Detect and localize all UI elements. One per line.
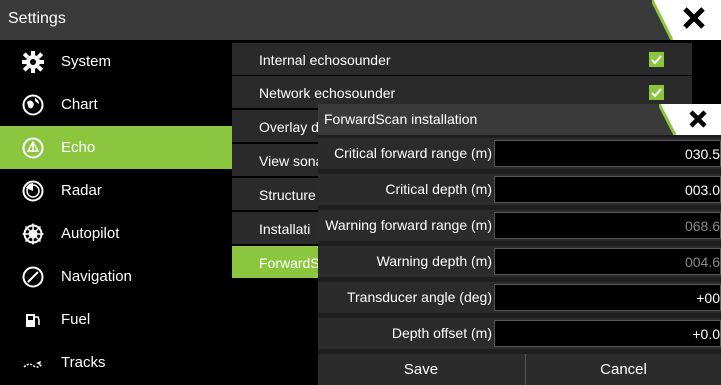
option-label: Internal echosounder	[259, 52, 391, 68]
option-label: View sona	[259, 153, 324, 169]
dialog-close-button[interactable]	[659, 104, 721, 135]
settings-sidebar: System Chart Echo Radar Autopilot Naviga…	[0, 40, 232, 385]
compass-icon	[22, 266, 44, 288]
option-label: ForwardS	[259, 255, 320, 271]
field-label: Critical depth (m)	[385, 181, 492, 197]
close-icon	[659, 104, 721, 135]
cancel-button[interactable]: Cancel	[525, 354, 721, 385]
warning-depth-field[interactable]: 004.6	[494, 248, 721, 275]
option-label: Network echosounder	[259, 85, 396, 101]
field-value: 030.5	[684, 146, 720, 162]
field-label: Depth offset (m)	[391, 325, 492, 341]
field-value: +00	[696, 290, 720, 306]
checkmark-icon	[651, 55, 662, 65]
window-title: Settings	[8, 10, 66, 27]
dialog-button-bar: Save Cancel	[318, 354, 721, 385]
option-label: Overlay d	[259, 119, 319, 135]
fuel-pump-icon	[26, 314, 40, 327]
row-transducer-angle: Transducer angle (deg) +00	[318, 282, 721, 313]
field-label: Transducer angle (deg)	[346, 289, 492, 305]
checkbox[interactable]	[649, 85, 664, 100]
field-value: +0.0	[692, 326, 720, 342]
field-value: 003.0	[684, 182, 720, 198]
row-depth-offset: Depth offset (m) +0.0	[318, 318, 721, 349]
close-icon	[652, 0, 721, 40]
warning-forward-range-field[interactable]: 068.6	[494, 212, 721, 239]
sidebar-item-label: Autopilot	[61, 225, 120, 242]
option-internal-echosounder[interactable]: Internal echosounder	[232, 43, 692, 76]
row-critical-depth: Critical depth (m) 003.0	[318, 174, 721, 205]
sidebar-item-radar[interactable]: Radar	[0, 169, 232, 212]
sidebar-item-autopilot[interactable]: Autopilot	[0, 212, 232, 255]
sidebar-item-system[interactable]: System	[0, 40, 232, 83]
sidebar-item-label: System	[61, 53, 112, 70]
globe-icon	[22, 94, 44, 116]
sidebar-item-label: Tracks	[61, 354, 106, 371]
field-label: Warning forward range (m)	[325, 217, 492, 233]
sidebar-item-label: Navigation	[61, 268, 132, 285]
option-label: Structure	[259, 187, 316, 203]
tracks-icon	[23, 361, 43, 368]
dialog-title: ForwardScan installation	[324, 111, 478, 127]
sidebar-item-echo[interactable]: Echo	[0, 126, 232, 169]
field-value: 068.6	[684, 218, 720, 234]
checkmark-icon	[651, 88, 662, 98]
sidebar-item-label: Chart	[61, 96, 98, 113]
gear-icon	[22, 51, 44, 73]
field-label: Critical forward range (m)	[334, 145, 492, 161]
sidebar-item-navigation[interactable]: Navigation	[0, 255, 232, 298]
row-critical-forward-range: Critical forward range (m) 030.5	[318, 138, 721, 169]
critical-depth-field[interactable]: 003.0	[494, 176, 721, 203]
close-button[interactable]	[652, 0, 721, 40]
sidebar-item-label: Radar	[61, 182, 102, 199]
checkbox[interactable]	[649, 52, 664, 67]
sidebar-item-tracks[interactable]: Tracks	[0, 341, 232, 384]
depth-offset-field[interactable]: +0.0	[494, 320, 721, 347]
row-warning-forward-range: Warning forward range (m) 068.6	[318, 210, 721, 241]
dialog-titlebar: ForwardScan installation	[318, 104, 721, 135]
sidebar-item-label: Echo	[61, 139, 96, 156]
row-warning-depth: Warning depth (m) 004.6	[318, 246, 721, 277]
sidebar-item-fuel[interactable]: Fuel	[0, 298, 232, 341]
critical-forward-range-field[interactable]: 030.5	[494, 140, 721, 167]
field-label: Warning depth (m)	[376, 253, 492, 269]
option-label: Installati	[259, 221, 311, 237]
helm-wheel-icon	[22, 223, 44, 245]
radar-icon	[22, 180, 44, 202]
echo-icon	[22, 137, 44, 159]
save-button[interactable]: Save	[318, 354, 524, 385]
sidebar-item-chart[interactable]: Chart	[0, 83, 232, 126]
forwardscan-installation-dialog: ForwardScan installation Critical forwar…	[318, 104, 721, 385]
settings-titlebar: Settings	[0, 0, 721, 40]
transducer-angle-field[interactable]: +00	[494, 284, 721, 311]
field-value: 004.6	[684, 254, 720, 270]
sidebar-item-label: Fuel	[61, 311, 91, 328]
